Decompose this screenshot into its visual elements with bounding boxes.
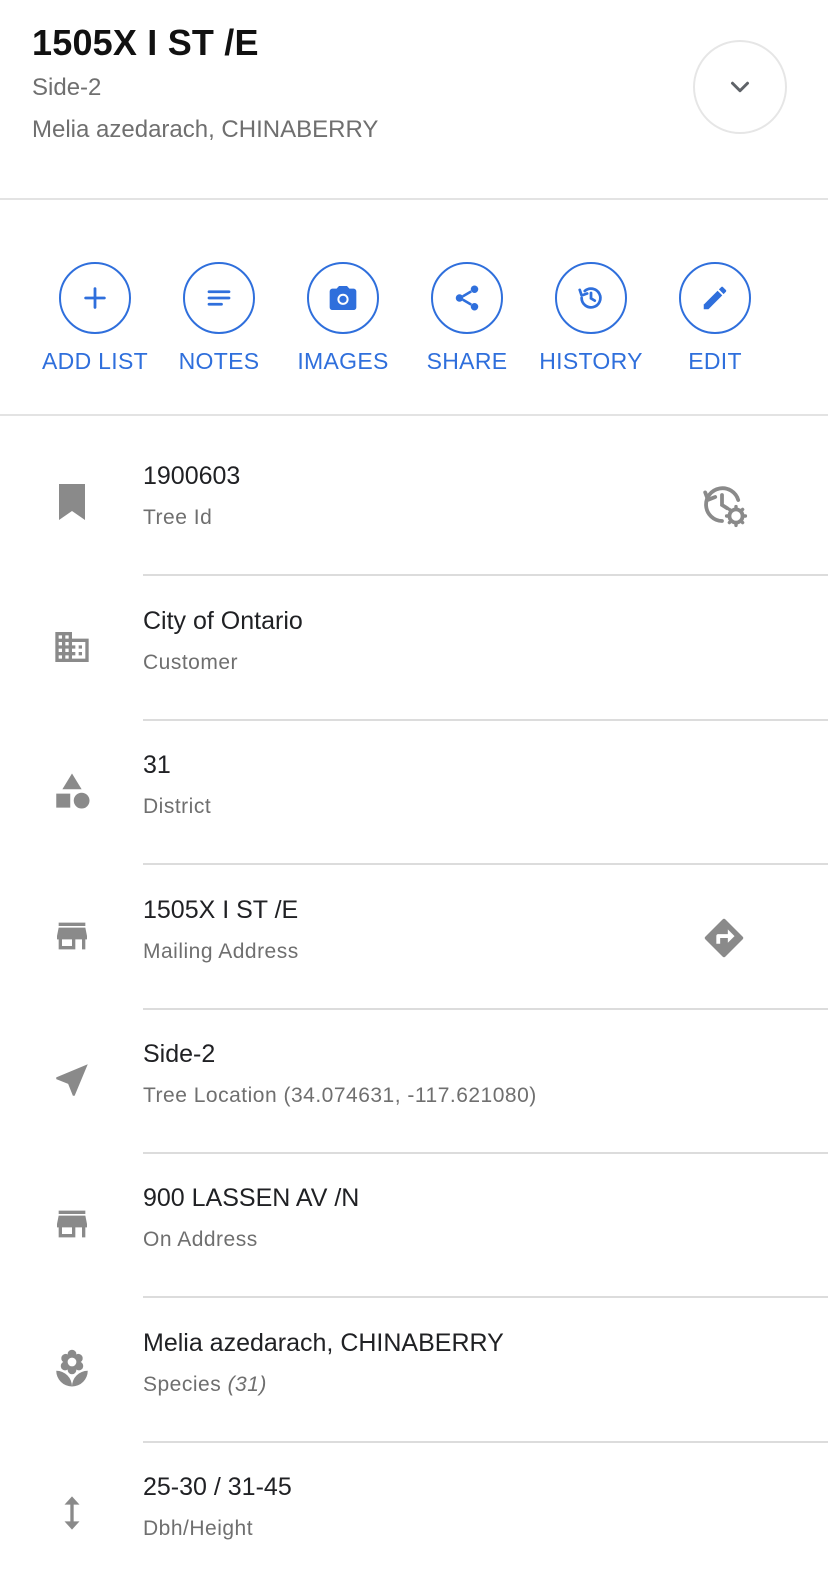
images-circle xyxy=(307,262,379,334)
camera-icon xyxy=(329,286,357,310)
mailing-address-value: 1505X I ST /E xyxy=(143,896,299,924)
building-icon xyxy=(48,623,96,671)
history-settings-button[interactable] xyxy=(696,476,752,532)
share-button[interactable]: SHARE xyxy=(397,262,537,375)
dbh-height-value: 25-30 / 31-45 xyxy=(143,1473,292,1501)
chevron-down-icon xyxy=(731,81,749,93)
customer-value: City of Ontario xyxy=(143,607,303,635)
detail-row-mailing-address: 1505X I ST /E Mailing Address xyxy=(0,864,828,1010)
bookmark-icon xyxy=(48,478,96,526)
history-circle xyxy=(555,262,627,334)
mailing-address-label: Mailing Address xyxy=(143,940,299,963)
notes-button[interactable]: NOTES xyxy=(149,262,289,375)
directions-icon xyxy=(704,918,744,958)
on-address-label: On Address xyxy=(143,1228,258,1251)
edit-circle xyxy=(679,262,751,334)
detail-row-customer: City of Ontario Customer xyxy=(0,575,828,721)
share-icon xyxy=(455,285,479,311)
collapse-button[interactable] xyxy=(693,40,787,134)
tree-id-label: Tree Id xyxy=(143,506,213,529)
tree-location-label: Tree Location (34.074631, -117.621080) xyxy=(143,1084,537,1107)
detail-row-district: 31 District xyxy=(0,719,828,865)
detail-row-tree-id: 1900603 Tree Id xyxy=(0,430,828,576)
species-label: Species xyxy=(143,1373,222,1396)
history-label: HISTORY xyxy=(539,348,643,374)
share-label: SHARE xyxy=(426,348,508,374)
navigation-icon xyxy=(48,1056,96,1104)
notes-icon xyxy=(207,290,231,306)
flower-icon xyxy=(48,1345,96,1393)
vertical-arrows-icon xyxy=(48,1489,96,1537)
notes-label: NOTES xyxy=(178,348,260,374)
customer-label: Customer xyxy=(143,651,239,674)
notes-circle xyxy=(183,262,255,334)
district-value: 31 xyxy=(143,751,171,779)
share-circle xyxy=(431,262,503,334)
shapes-icon xyxy=(48,767,96,815)
page-title: 1505X I ST /E xyxy=(32,22,259,63)
images-button[interactable]: IMAGES xyxy=(273,262,413,375)
action-bar: ADD LIST NOTES IMAGES SHARE HISTORY EDIT xyxy=(0,200,828,416)
history-icon xyxy=(578,287,602,309)
edit-button[interactable]: EDIT xyxy=(645,262,785,375)
add-list-label: ADD LIST xyxy=(42,348,148,374)
tree-id-value: 1900603 xyxy=(143,462,241,490)
edit-label: EDIT xyxy=(688,348,742,374)
pencil-icon xyxy=(703,286,727,310)
species-code: (31) xyxy=(227,1373,267,1396)
history-button[interactable]: HISTORY xyxy=(521,262,661,375)
detail-row-species: Melia azedarach, CHINABERRY Species (31) xyxy=(0,1297,828,1443)
storefront-icon xyxy=(48,1200,96,1248)
species-value: Melia azedarach, CHINABERRY xyxy=(143,1329,504,1357)
detail-row-tree-location: Side-2 Tree Location (34.074631, -117.62… xyxy=(0,1008,828,1154)
images-label: IMAGES xyxy=(297,348,389,374)
on-address-value: 900 LASSEN AV /N xyxy=(143,1184,360,1212)
tree-location-value: Side-2 xyxy=(143,1040,216,1068)
history-settings-icon xyxy=(703,486,748,528)
tree-header: 1505X I ST /E Side-2 Melia azedarach, CH… xyxy=(0,0,828,200)
detail-row-on-address: 900 LASSEN AV /N On Address xyxy=(0,1152,828,1298)
storefront-icon xyxy=(48,912,96,960)
plus-icon xyxy=(84,287,106,309)
detail-row-dbh-height: 25-30 / 31-45 Dbh/Height xyxy=(0,1441,828,1586)
header-species: Melia azedarach, CHINABERRY xyxy=(32,116,379,143)
district-label: District xyxy=(143,795,212,818)
dbh-height-label: Dbh/Height xyxy=(143,1517,254,1540)
directions-button[interactable] xyxy=(696,910,752,966)
header-subtitle: Side-2 xyxy=(32,74,102,101)
add-list-button[interactable]: ADD LIST xyxy=(25,262,165,375)
add-list-circle xyxy=(59,262,131,334)
species-label-line: Species (31) xyxy=(143,1373,267,1397)
